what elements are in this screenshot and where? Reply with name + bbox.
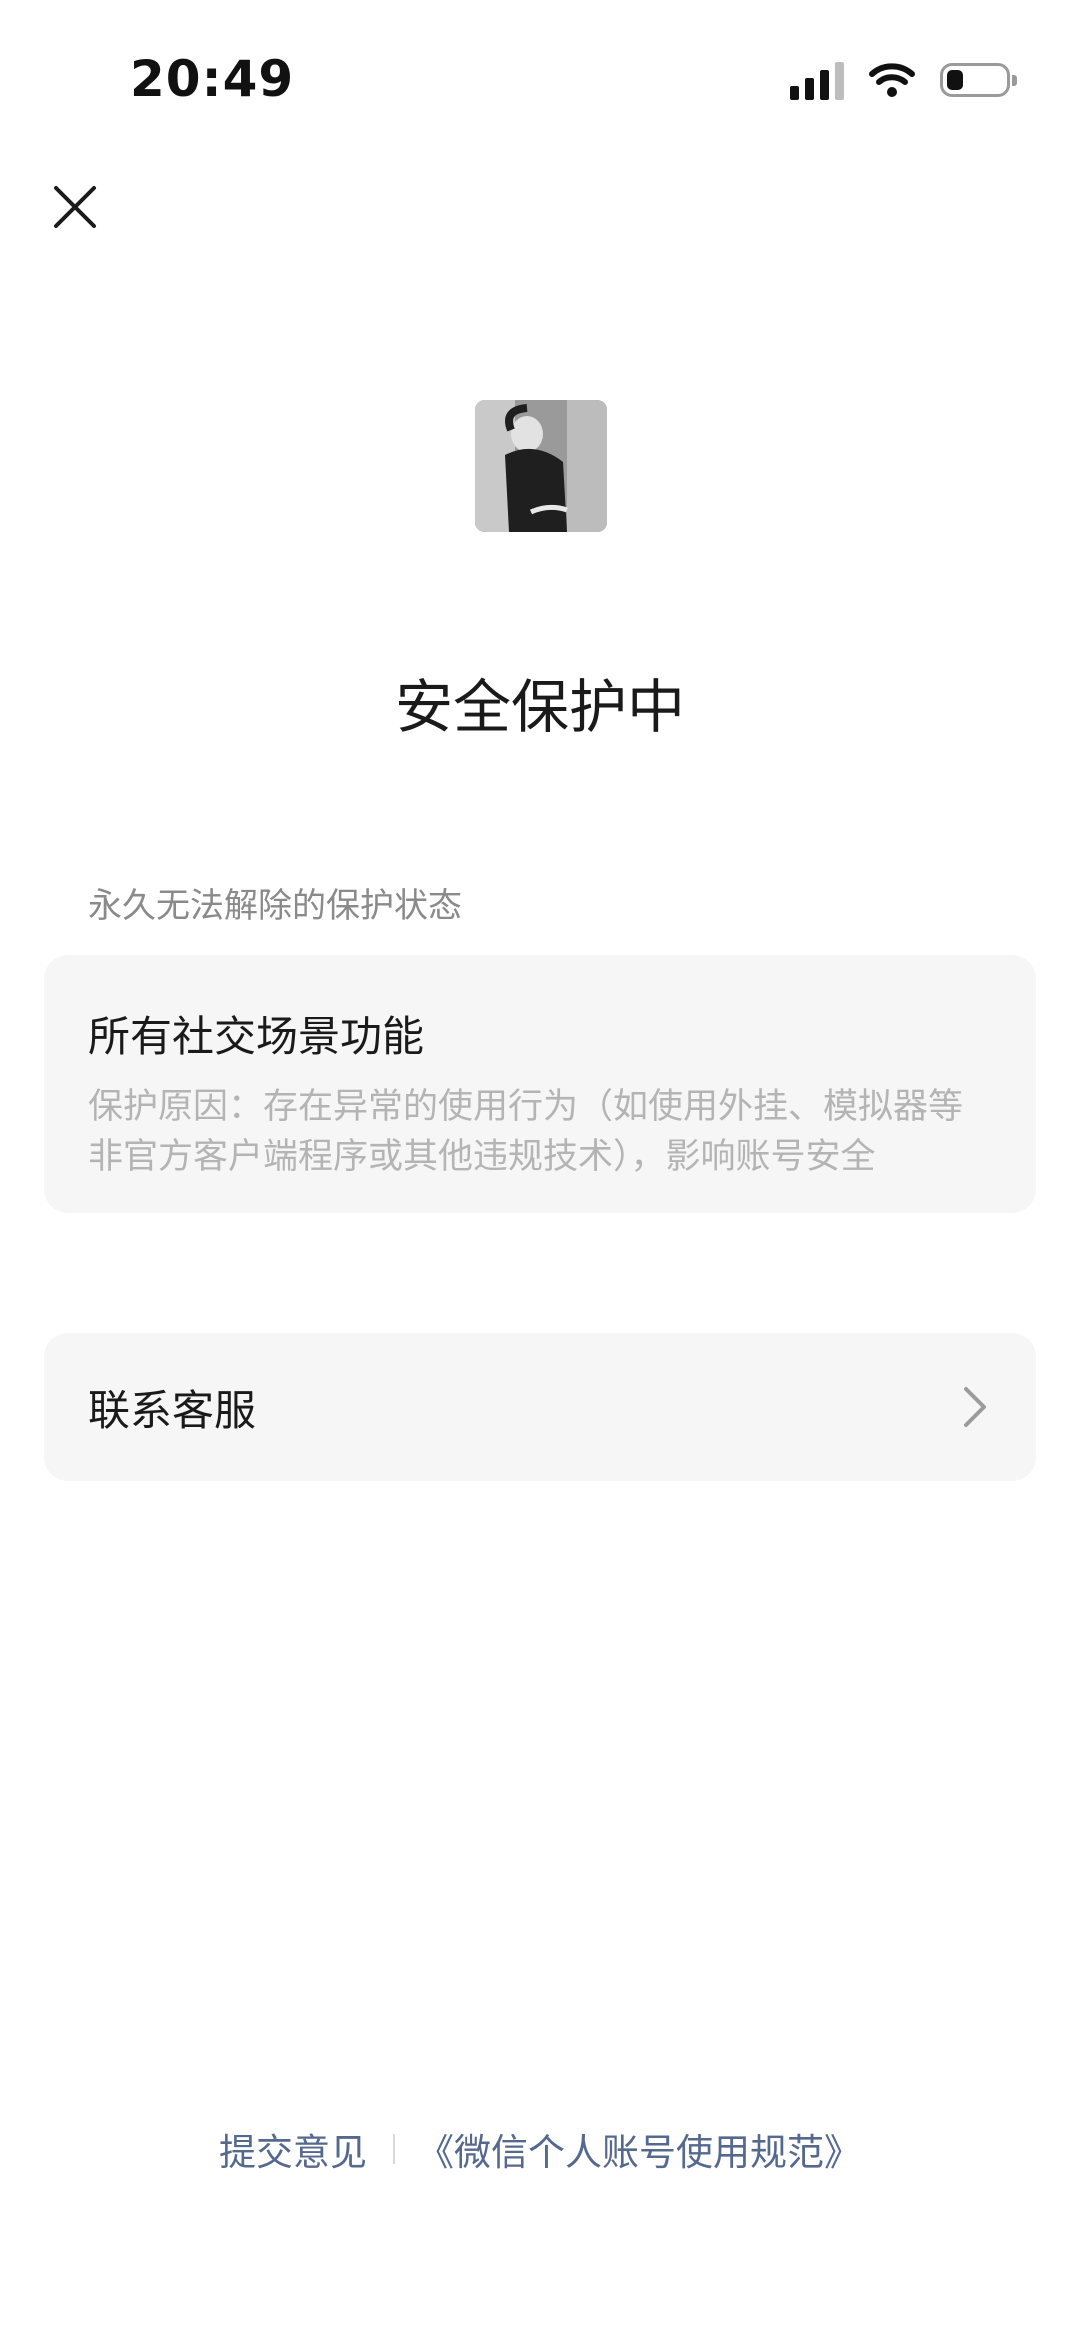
restriction-reason: 保护原因：存在异常的使用行为（如使用外挂、模拟器等 非官方客户端程序或其他违规技… <box>88 1082 992 1182</box>
footer-links: 提交意见 《微信个人账号使用规范》 <box>0 2122 1080 2176</box>
page-title: 安全保护中 <box>394 673 685 741</box>
status-icons <box>790 58 1017 102</box>
restriction-reason-line-2: 非官方客户端程序或其他违规技术），影响账号安全 <box>88 1137 876 1177</box>
contact-support-button[interactable]: 联系客服 <box>44 1333 1036 1481</box>
chevron-right-icon <box>964 1387 986 1427</box>
submit-feedback-link[interactable]: 提交意见 <box>219 2122 367 2176</box>
restriction-card: 所有社交场景功能 保护原因：存在异常的使用行为（如使用外挂、模拟器等 非官方客户… <box>44 955 1036 1213</box>
section-label: 永久无法解除的保护状态 <box>88 886 462 926</box>
contact-support-label: 联系客服 <box>88 1385 257 1435</box>
close-icon[interactable] <box>40 172 110 242</box>
account-policy-link[interactable]: 《微信个人账号使用规范》 <box>417 2122 861 2176</box>
wifi-icon <box>869 63 915 97</box>
footer-divider <box>393 2134 395 2164</box>
avatar <box>475 400 607 532</box>
restriction-title: 所有社交场景功能 <box>88 1012 425 1061</box>
battery-icon <box>940 63 1017 97</box>
status-time: 20:49 <box>130 50 295 108</box>
cellular-signal-icon <box>790 60 844 100</box>
restriction-reason-line-1: 保护原因：存在异常的使用行为（如使用外挂、模拟器等 <box>88 1087 964 1127</box>
